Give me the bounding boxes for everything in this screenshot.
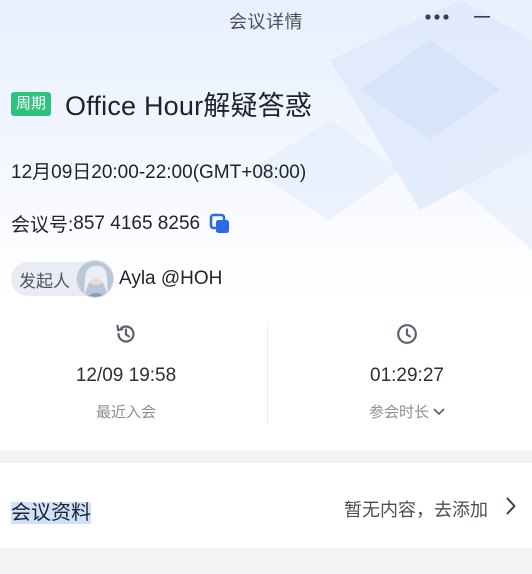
background-decoration [250,0,532,250]
minimize-icon [474,16,490,18]
duration-stat: 01:29:27 参会时长 [276,322,532,422]
recurring-tag: 周期 [11,91,52,116]
meeting-id-row: 会议号: 857 4165 8256 [11,210,232,237]
meeting-id-value: 857 4165 8256 [73,212,201,234]
duration-value: 01:29:27 [370,365,444,386]
chevron-right-icon [506,497,516,515]
last-join-label-text: 最近入会 [95,404,156,421]
last-join-label: 最近入会 [96,401,156,422]
meeting-stats: 12/09 19:58 最近入会 01:29:27 参会时长 [0,322,532,426]
meeting-materials-title-text: 会议资料 [11,502,91,524]
last-join-value: 12/09 19:58 [75,365,177,386]
title-bar: 会议详情 [0,0,532,38]
host-row: 发起人 Ayla @HOH [11,260,222,298]
history-clock-icon [116,324,135,343]
meeting-id-label: 会议号: [11,215,74,236]
clock-icon [397,324,417,344]
duration-label-text: 参会时长 [368,404,429,421]
host-name[interactable]: Ayla @HOH [119,268,222,290]
meeting-materials-row[interactable]: 会议资料 暂无内容，去添加 [0,463,532,545]
bottom-separator [0,548,532,574]
copy-button[interactable] [208,212,232,236]
last-join-stat: 12/09 19:58 最近入会 [0,322,252,422]
meeting-materials-title: 会议资料 [11,496,91,525]
host-label: 发起人 [19,271,70,291]
meeting-title: Office Hour解疑答惑 [65,91,313,121]
meeting-time: 12月09日20:00-22:00(GMT+08:00) [11,162,307,183]
chevron-down-icon [433,408,445,415]
section-separator [0,451,532,463]
meeting-detail-window: 会议详情 周期 Office Hour解疑答惑 12月09日20:00-22:0… [0,0,532,574]
copy-icon [209,213,230,233]
avatar[interactable] [76,260,114,298]
more-options-button[interactable] [422,4,452,30]
window-title: 会议详情 [229,12,303,32]
more-dots-icon [425,14,449,20]
stats-divider [267,326,268,424]
minimize-button[interactable] [468,4,496,30]
meeting-header: 周期 Office Hour解疑答惑 [11,84,312,123]
add-materials-hint: 暂无内容，去添加 [344,500,488,520]
duration-label-toggle[interactable]: 参会时长 [369,401,445,422]
avatar-image [77,261,113,297]
